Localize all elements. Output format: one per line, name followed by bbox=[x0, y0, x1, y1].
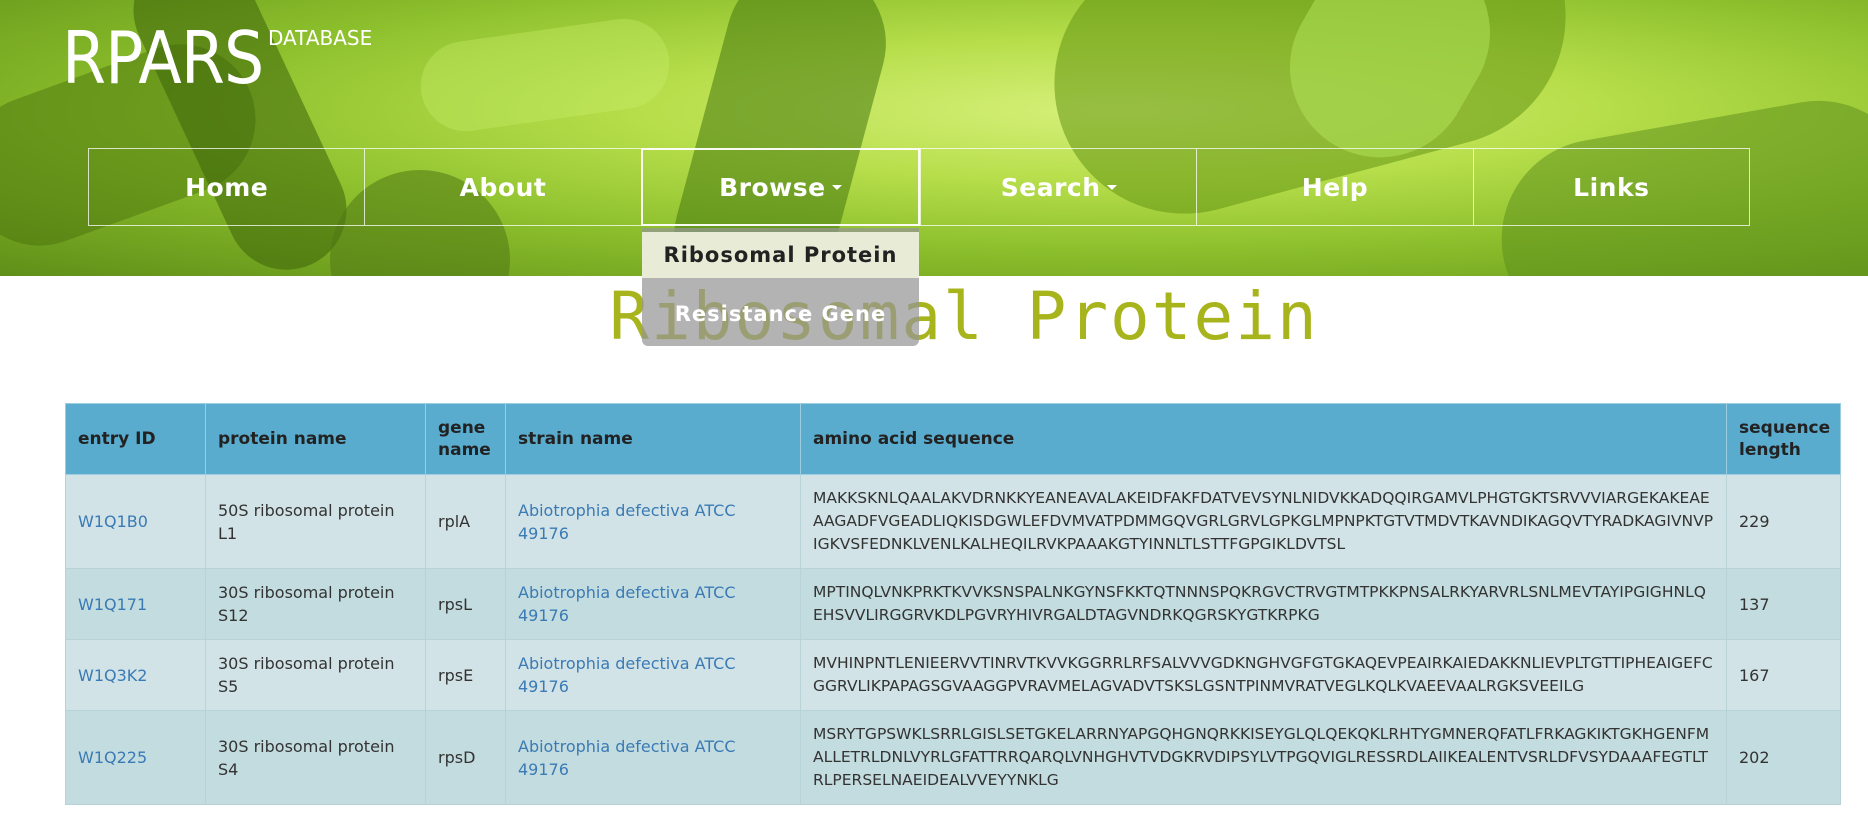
table-row: W1Q171 30S ribosomal protein S12 rpsL Ab… bbox=[65, 568, 1841, 640]
cell-strain-name: Abiotrophia defectiva ATCC 49176 bbox=[505, 568, 801, 640]
cell-sequence-length: 202 bbox=[1726, 710, 1841, 805]
dropdown-item-resistance-gene[interactable]: Resistance Gene bbox=[642, 290, 919, 338]
entry-id-link[interactable]: W1Q225 bbox=[78, 748, 147, 767]
cell-strain-name: Abiotrophia defectiva ATCC 49176 bbox=[505, 710, 801, 805]
column-header-amino-acid-sequence[interactable]: amino acid sequence bbox=[800, 403, 1727, 475]
nav-links-label: Links bbox=[1573, 172, 1650, 202]
nav-home[interactable]: Home bbox=[88, 148, 365, 226]
cell-amino-acid-sequence: MVHINPNTLENIEERVVTINRVTKVVKGGRRLRFSALVVV… bbox=[800, 639, 1727, 711]
main-nav: Home About Browse Search Help Links bbox=[88, 148, 1750, 226]
nav-browse-label: Browse bbox=[719, 172, 826, 202]
cell-entry-id: W1Q225 bbox=[65, 710, 206, 805]
strain-name-link[interactable]: Abiotrophia defectiva ATCC 49176 bbox=[518, 654, 736, 696]
cell-gene-name: rpsD bbox=[425, 710, 506, 805]
cell-strain-name: Abiotrophia defectiva ATCC 49176 bbox=[505, 474, 801, 569]
cell-strain-name: Abiotrophia defectiva ATCC 49176 bbox=[505, 639, 801, 711]
cell-entry-id: W1Q171 bbox=[65, 568, 206, 640]
caret-down-icon bbox=[831, 184, 842, 190]
cell-amino-acid-sequence: MPTINQLVNKPRKTKVVKSNSPALNKGYNSFKKTQTNNNS… bbox=[800, 568, 1727, 640]
nav-home-label: Home bbox=[185, 172, 269, 202]
nav-help-label: Help bbox=[1301, 172, 1369, 202]
table-row: W1Q1B0 50S ribosomal protein L1 rplA Abi… bbox=[65, 474, 1841, 569]
nav-browse[interactable]: Browse bbox=[640, 148, 920, 226]
entry-id-link[interactable]: W1Q1B0 bbox=[78, 512, 148, 531]
nav-about-label: About bbox=[459, 172, 547, 202]
entry-id-link[interactable]: W1Q3K2 bbox=[78, 666, 147, 685]
caret-down-icon bbox=[1106, 184, 1117, 190]
browse-dropdown-menu: Ribosomal Protein Resistance Gene bbox=[642, 228, 919, 346]
cell-gene-name: rpsE bbox=[425, 639, 506, 711]
nav-about[interactable]: About bbox=[364, 148, 641, 226]
column-header-protein-name[interactable]: protein name bbox=[205, 403, 426, 475]
strain-name-link[interactable]: Abiotrophia defectiva ATCC 49176 bbox=[518, 583, 736, 625]
cell-entry-id: W1Q3K2 bbox=[65, 639, 206, 711]
table-row: W1Q225 30S ribosomal protein S4 rpsD Abi… bbox=[65, 710, 1841, 805]
results-table: entry ID protein name gene name strain n… bbox=[65, 403, 1841, 805]
cell-sequence-length: 137 bbox=[1726, 568, 1841, 640]
entry-id-link[interactable]: W1Q171 bbox=[78, 595, 147, 614]
cell-protein-name: 30S ribosomal protein S12 bbox=[205, 568, 426, 640]
nav-search-label: Search bbox=[1000, 172, 1101, 202]
dropdown-item-ribosomal-protein[interactable]: Ribosomal Protein bbox=[642, 232, 919, 278]
cell-protein-name: 30S ribosomal protein S5 bbox=[205, 639, 426, 711]
page-title: Ribosomal Protein bbox=[609, 278, 1319, 355]
table-row: W1Q3K2 30S ribosomal protein S5 rpsE Abi… bbox=[65, 639, 1841, 711]
logo-subtitle: DATABASE bbox=[268, 26, 373, 50]
column-header-gene-name[interactable]: gene name bbox=[425, 403, 506, 475]
cell-gene-name: rpsL bbox=[425, 568, 506, 640]
cell-amino-acid-sequence: MAKKSKNLQAALAKVDRNKKYEANEAVALAKEIDFAKFDA… bbox=[800, 474, 1727, 569]
column-header-strain-name[interactable]: strain name bbox=[505, 403, 801, 475]
site-logo[interactable]: RPARS DATABASE bbox=[62, 16, 372, 100]
header-banner: RPARS DATABASE Home About Browse Search … bbox=[0, 0, 1868, 276]
nav-search[interactable]: Search bbox=[919, 148, 1197, 226]
logo-text: RPARS bbox=[62, 16, 264, 100]
cell-entry-id: W1Q1B0 bbox=[65, 474, 206, 569]
results-table-container: entry ID protein name gene name strain n… bbox=[65, 403, 1841, 805]
nav-help[interactable]: Help bbox=[1196, 148, 1473, 226]
cell-sequence-length: 167 bbox=[1726, 639, 1841, 711]
column-header-sequence-length[interactable]: sequence length bbox=[1726, 403, 1841, 475]
cell-amino-acid-sequence: MSRYTGPSWKLSRRLGISLSETGKELARRNYAPGQHGNQR… bbox=[800, 710, 1727, 805]
strain-name-link[interactable]: Abiotrophia defectiva ATCC 49176 bbox=[518, 501, 736, 543]
cell-protein-name: 50S ribosomal protein L1 bbox=[205, 474, 426, 569]
column-header-entry-id[interactable]: entry ID bbox=[65, 403, 206, 475]
cell-gene-name: rplA bbox=[425, 474, 506, 569]
nav-links[interactable]: Links bbox=[1472, 148, 1750, 226]
cell-protein-name: 30S ribosomal protein S4 bbox=[205, 710, 426, 805]
banner-decoration bbox=[414, 13, 676, 137]
table-header-row: entry ID protein name gene name strain n… bbox=[65, 403, 1841, 475]
cell-sequence-length: 229 bbox=[1726, 474, 1841, 569]
strain-name-link[interactable]: Abiotrophia defectiva ATCC 49176 bbox=[518, 737, 736, 779]
